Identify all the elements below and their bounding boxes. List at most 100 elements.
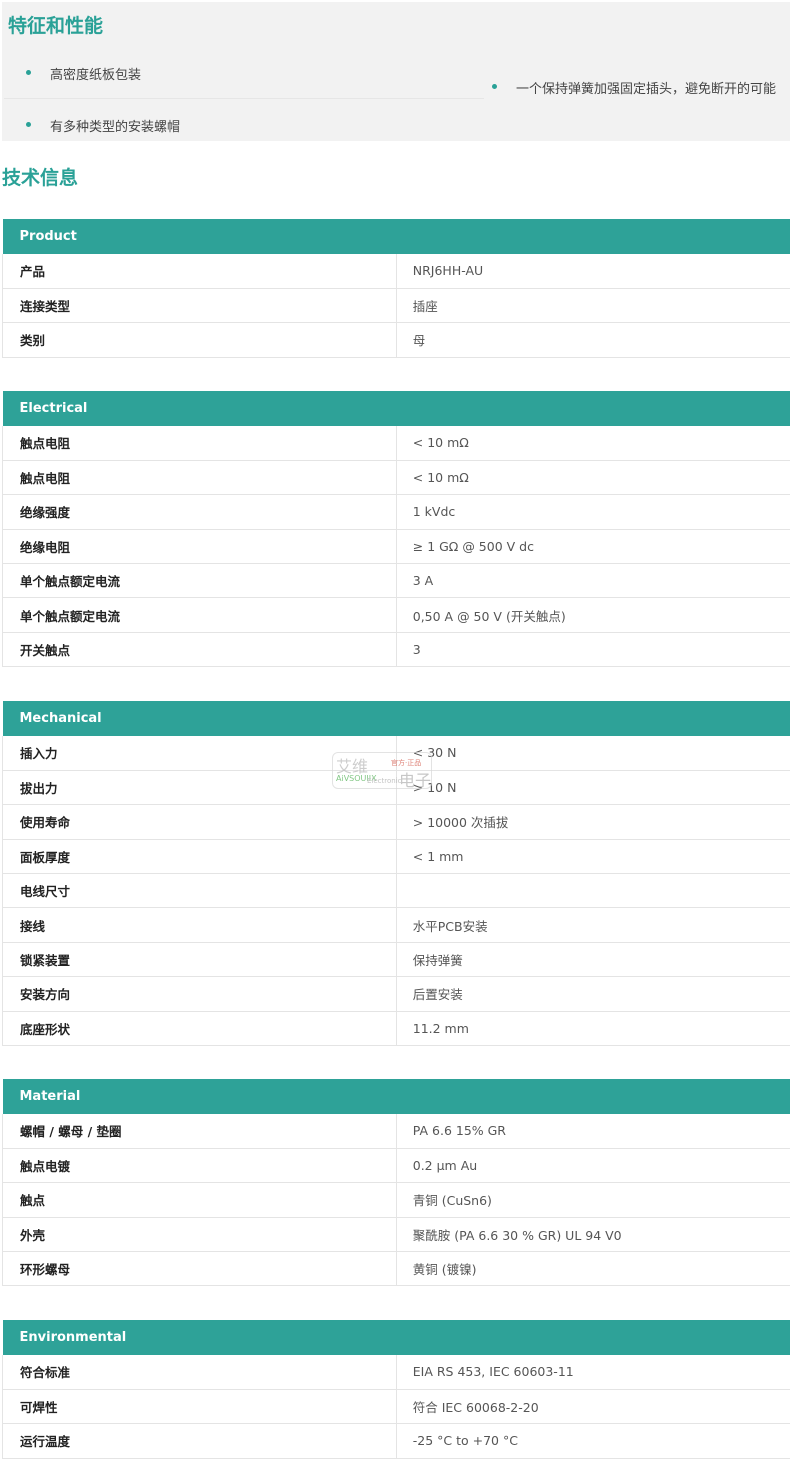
feature-text: 高密度纸板包装 xyxy=(26,64,141,83)
bullet-icon xyxy=(26,70,31,75)
row-value: > 10 N xyxy=(396,770,790,804)
feature-item: 有多种类型的安装螺帽 xyxy=(26,116,180,135)
table-header: Environmental xyxy=(3,1320,790,1355)
row-value: ≥ 1 GΩ @ 500 V dc xyxy=(396,529,790,563)
watermark-logo: 艾维 AiVSOUIIX Electronic 官方·正品 电子 xyxy=(332,752,432,789)
row-label: 连接类型 xyxy=(3,288,397,322)
table-row: 符合标准EIA RS 453, IEC 60603-11 xyxy=(3,1355,790,1389)
row-value: 母 xyxy=(396,323,790,357)
row-label: 底座形状 xyxy=(3,1011,397,1045)
table-row: 底座形状11.2 mm xyxy=(3,1011,790,1045)
row-value: -25 °C to +70 °C xyxy=(396,1424,790,1458)
row-label: 绝缘电阻 xyxy=(3,529,397,563)
table-row: 类别母 xyxy=(3,323,790,357)
row-value: 3 xyxy=(396,632,790,666)
table-row: 绝缘电阻≥ 1 GΩ @ 500 V dc xyxy=(3,529,790,563)
row-label: 电线尺寸 xyxy=(3,874,397,908)
table-row: 运行温度-25 °C to +70 °C xyxy=(3,1424,790,1458)
row-label: 触点电镀 xyxy=(3,1148,397,1182)
row-label: 锁紧装置 xyxy=(3,942,397,976)
row-value: 符合 IEC 60068-2-20 xyxy=(396,1389,790,1423)
row-value: 黄铜 (镀镍) xyxy=(396,1252,790,1286)
table-row: 触点电阻< 10 mΩ xyxy=(3,426,790,460)
table-row: 触点电阻< 10 mΩ xyxy=(3,460,790,494)
divider xyxy=(4,98,484,99)
row-value: PA 6.6 15% GR xyxy=(396,1114,790,1148)
features-title: 特征和性能 xyxy=(8,11,103,38)
row-value xyxy=(396,874,790,908)
table-row: 电线尺寸 xyxy=(3,874,790,908)
table-row: 使用寿命> 10000 次插拔 xyxy=(3,805,790,839)
table-row: 可焊性符合 IEC 60068-2-20 xyxy=(3,1389,790,1423)
row-value: 0,50 A @ 50 V (开关触点) xyxy=(396,598,790,632)
table-row: 绝缘强度1 kVdc xyxy=(3,495,790,529)
row-label: 外壳 xyxy=(3,1217,397,1251)
row-label: 接线 xyxy=(3,908,397,942)
row-label: 环形螺母 xyxy=(3,1252,397,1286)
bullet-icon xyxy=(26,122,31,127)
spec-table-environmental: Environmental 符合标准EIA RS 453, IEC 60603-… xyxy=(2,1320,790,1459)
features-panel: 特征和性能 高密度纸板包装 一个保持弹簧加强固定插头，避免断开的可能 有多种类型… xyxy=(2,2,790,141)
watermark-text: 电子 xyxy=(399,767,431,791)
table-row: 产品NRJ6HH-AU xyxy=(3,254,790,288)
table-row: 连接类型插座 xyxy=(3,288,790,322)
row-label: 开关触点 xyxy=(3,632,397,666)
row-value: 插座 xyxy=(396,288,790,322)
row-value: EIA RS 453, IEC 60603-11 xyxy=(396,1355,790,1389)
watermark-electronic: Electronic xyxy=(367,777,402,785)
table-row: 触点电镀0.2 µm Au xyxy=(3,1148,790,1182)
table-row: 锁紧装置保持弹簧 xyxy=(3,942,790,976)
row-label: 触点电阻 xyxy=(3,426,397,460)
row-value: < 1 mm xyxy=(396,839,790,873)
table-header: Material xyxy=(3,1079,790,1114)
table-row: 接线水平PCB安装 xyxy=(3,908,790,942)
table-row: 安装方向后置安装 xyxy=(3,977,790,1011)
row-value: < 10 mΩ xyxy=(396,426,790,460)
row-label: 使用寿命 xyxy=(3,805,397,839)
table-header: Electrical xyxy=(3,391,790,426)
row-value: 1 kVdc xyxy=(396,495,790,529)
row-value: < 30 N xyxy=(396,736,790,770)
row-label: 安装方向 xyxy=(3,977,397,1011)
row-value: NRJ6HH-AU xyxy=(396,254,790,288)
bullet-icon xyxy=(492,84,497,89)
row-value: 后置安装 xyxy=(396,977,790,1011)
feature-text: 有多种类型的安装螺帽 xyxy=(26,116,180,135)
row-value: > 10000 次插拔 xyxy=(396,805,790,839)
table-row: 触点青铜 (CuSn6) xyxy=(3,1183,790,1217)
row-label: 运行温度 xyxy=(3,1424,397,1458)
row-label: 触点 xyxy=(3,1183,397,1217)
row-label: 面板厚度 xyxy=(3,839,397,873)
feature-text: 一个保持弹簧加强固定插头，避免断开的可能 xyxy=(492,78,776,97)
row-value: 3 A xyxy=(396,564,790,598)
row-value: < 10 mΩ xyxy=(396,460,790,494)
row-label: 螺帽 / 螺母 / 垫圈 xyxy=(3,1114,397,1148)
row-value: 11.2 mm xyxy=(396,1011,790,1045)
tech-info-title: 技术信息 xyxy=(2,163,78,190)
row-label: 类别 xyxy=(3,323,397,357)
row-label: 单个触点额定电流 xyxy=(3,564,397,598)
table-row: 开关触点3 xyxy=(3,632,790,666)
row-label: 绝缘强度 xyxy=(3,495,397,529)
table-row: 单个触点额定电流3 A xyxy=(3,564,790,598)
row-value: 保持弹簧 xyxy=(396,942,790,976)
table-header: Mechanical xyxy=(3,701,790,736)
row-value: 0.2 µm Au xyxy=(396,1148,790,1182)
table-row: 外壳聚酰胺 (PA 6.6 30 % GR) UL 94 V0 xyxy=(3,1217,790,1251)
table-row: 环形螺母黄铜 (镀镍) xyxy=(3,1252,790,1286)
feature-item: 高密度纸板包装 xyxy=(26,64,141,83)
table-row: 单个触点额定电流0,50 A @ 50 V (开关触点) xyxy=(3,598,790,632)
row-label: 触点电阻 xyxy=(3,460,397,494)
row-value: 聚酰胺 (PA 6.6 30 % GR) UL 94 V0 xyxy=(396,1217,790,1251)
table-header: Product xyxy=(3,219,790,254)
row-label: 产品 xyxy=(3,254,397,288)
feature-item: 一个保持弹簧加强固定插头，避免断开的可能 xyxy=(492,78,776,97)
table-row: 面板厚度< 1 mm xyxy=(3,839,790,873)
table-row: 螺帽 / 螺母 / 垫圈PA 6.6 15% GR xyxy=(3,1114,790,1148)
row-label: 单个触点额定电流 xyxy=(3,598,397,632)
row-label: 符合标准 xyxy=(3,1355,397,1389)
spec-table-material: Material 螺帽 / 螺母 / 垫圈PA 6.6 15% GR 触点电镀0… xyxy=(2,1079,790,1286)
row-value: 青铜 (CuSn6) xyxy=(396,1183,790,1217)
row-label: 可焊性 xyxy=(3,1389,397,1423)
spec-table-product: Product 产品NRJ6HH-AU 连接类型插座 类别母 xyxy=(2,219,790,358)
